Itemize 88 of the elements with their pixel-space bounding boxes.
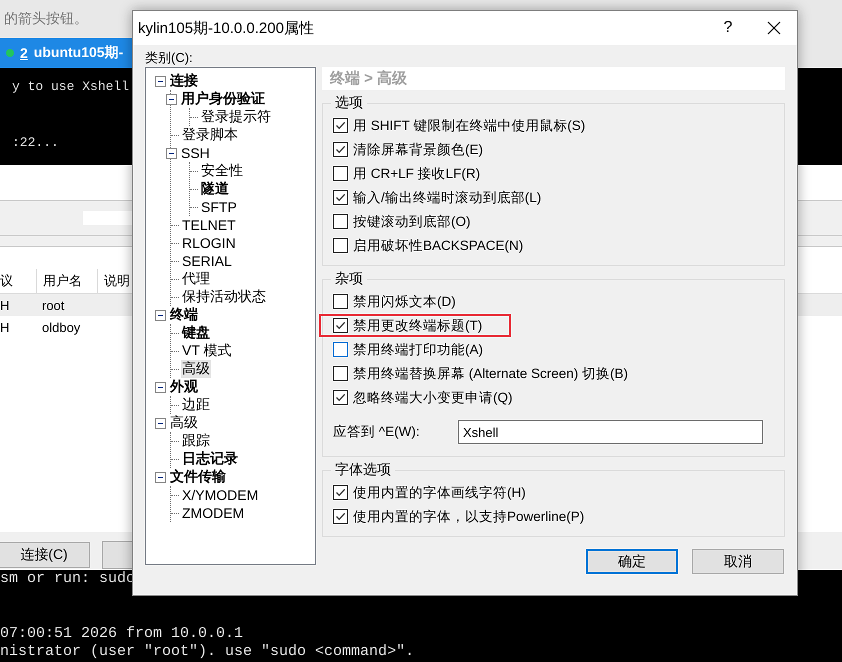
expander-icon[interactable] bbox=[155, 382, 166, 392]
field-label: 应答到 ^E(W): bbox=[333, 423, 421, 441]
checkbox[interactable] bbox=[333, 366, 348, 381]
tree-item[interactable]: 键盘 bbox=[181, 324, 211, 342]
checkbox-option[interactable]: 按键滚动到底部(O) bbox=[333, 212, 470, 231]
terminal-line: y to use Xshell bbox=[12, 78, 130, 96]
table-cell-text: H bbox=[0, 320, 10, 334]
expander-icon[interactable] bbox=[155, 472, 166, 482]
option-label: 清除屏幕背景颜色(E) bbox=[353, 140, 483, 158]
option-label: 用 CR+LF 接收LF(R) bbox=[353, 164, 480, 182]
checkbox[interactable] bbox=[333, 214, 348, 229]
option-label: 启用破坏性BACKSPACE(N) bbox=[353, 236, 524, 254]
tree-item[interactable]: RLOGIN bbox=[181, 235, 237, 251]
expander-icon[interactable] bbox=[166, 94, 177, 104]
answerback-field[interactable]: Xshell bbox=[458, 420, 763, 444]
tree-item[interactable]: 终端 bbox=[169, 306, 199, 324]
option-label: 使用内置的字体画线字符(H) bbox=[353, 484, 526, 502]
table-cell-text: root bbox=[41, 298, 66, 312]
tree-item[interactable]: 代理 bbox=[181, 270, 211, 288]
help-button[interactable]: ? bbox=[705, 19, 751, 37]
tree-item[interactable]: 登录脚本 bbox=[181, 126, 239, 144]
checkbox-option[interactable]: 用 CR+LF 接收LF(R) bbox=[333, 164, 480, 183]
checkbox[interactable] bbox=[333, 142, 348, 157]
tab-number: 2 bbox=[20, 45, 28, 61]
checkbox[interactable] bbox=[333, 342, 348, 357]
checkbox[interactable] bbox=[333, 485, 348, 500]
tree-item[interactable]: ZMODEM bbox=[181, 505, 246, 521]
terminal-line: :22... bbox=[12, 134, 59, 152]
terminal-line: 07:00:51 2026 from 10.0.0.1 bbox=[0, 625, 244, 643]
tree-item[interactable]: VT 模式 bbox=[181, 342, 233, 360]
group-title: 选项 bbox=[334, 94, 364, 112]
group-title: 字体选项 bbox=[334, 461, 392, 479]
tree-item[interactable]: 日志记录 bbox=[181, 450, 239, 468]
option-label: 按键滚动到底部(O) bbox=[353, 212, 470, 230]
tree-item[interactable]: 外观 bbox=[169, 378, 199, 396]
tree-item[interactable]: 保持活动状态 bbox=[181, 288, 267, 306]
table-cell-text: H bbox=[0, 298, 10, 312]
expander-icon[interactable] bbox=[155, 76, 166, 86]
checkbox[interactable] bbox=[333, 190, 348, 205]
checkbox-option[interactable]: 禁用更改终端标题(T) bbox=[333, 316, 482, 335]
checkbox-option[interactable]: 清除屏幕背景颜色(E) bbox=[333, 140, 483, 159]
tree-item[interactable]: 登录提示符 bbox=[200, 108, 272, 126]
table-cell-text: oldboy bbox=[41, 320, 82, 334]
checkbox[interactable] bbox=[333, 166, 348, 181]
option-label: 禁用更改终端标题(T) bbox=[353, 316, 482, 334]
option-label: 禁用闪烁文本(D) bbox=[353, 292, 456, 310]
tree-item[interactable]: 高级 bbox=[181, 360, 211, 378]
cancel-button[interactable]: 取消 bbox=[692, 549, 784, 574]
column-header[interactable]: 议 bbox=[0, 269, 36, 293]
checkbox[interactable] bbox=[333, 509, 348, 524]
option-label: 忽略终端大小变更申请(Q) bbox=[353, 388, 512, 406]
checkbox[interactable] bbox=[333, 238, 348, 253]
hint-text: 的箭头按钮。 bbox=[4, 10, 88, 28]
connect-button[interactable]: 连接(C) bbox=[0, 542, 90, 568]
terminal-line: nistrator (user "root"). use "sudo <command>". bbox=[0, 643, 414, 661]
group-title: 杂项 bbox=[334, 270, 364, 288]
expander-icon[interactable] bbox=[155, 418, 166, 428]
column-header[interactable]: 用户名 bbox=[36, 269, 97, 293]
checkbox[interactable] bbox=[333, 318, 348, 333]
checkbox-option[interactable]: 禁用闪烁文本(D) bbox=[333, 292, 456, 311]
checkbox[interactable] bbox=[333, 390, 348, 405]
checkbox-option[interactable]: 启用破坏性BACKSPACE(N) bbox=[333, 236, 524, 255]
window-title: kylin105期-10.0.0.200属性 bbox=[138, 18, 315, 38]
tree-item[interactable]: 用户身份验证 bbox=[180, 90, 266, 108]
tree-item[interactable]: 高级 bbox=[169, 414, 199, 432]
tree-item[interactable]: SSH bbox=[180, 145, 211, 161]
checkbox[interactable] bbox=[333, 294, 348, 309]
checkbox-option[interactable]: 忽略终端大小变更申请(Q) bbox=[333, 388, 512, 407]
tree-item[interactable]: TELNET bbox=[181, 217, 237, 233]
tab-title: ubuntu105期- bbox=[34, 44, 124, 62]
tree-item[interactable]: 安全性 bbox=[200, 162, 244, 180]
tree-item[interactable]: 文件传输 bbox=[169, 468, 227, 486]
checkbox-option[interactable]: 禁用终端打印功能(A) bbox=[333, 340, 483, 359]
option-label: 禁用终端打印功能(A) bbox=[353, 340, 483, 358]
tree-item[interactable]: SFTP bbox=[200, 199, 238, 215]
checkbox[interactable] bbox=[333, 118, 348, 133]
tree-item[interactable]: SERIAL bbox=[181, 253, 233, 269]
expander-icon[interactable] bbox=[166, 148, 177, 158]
checkbox-option[interactable]: 使用内置的字体画线字符(H) bbox=[333, 483, 526, 502]
ok-button[interactable]: 确定 bbox=[586, 549, 678, 574]
tree-item[interactable]: 隧道 bbox=[200, 180, 230, 198]
expander-icon[interactable] bbox=[155, 310, 166, 320]
tree-item[interactable]: 连接 bbox=[169, 72, 199, 90]
tree-item[interactable]: X/YMODEM bbox=[181, 487, 260, 503]
close-icon[interactable] bbox=[767, 21, 781, 35]
tree-item[interactable]: 边距 bbox=[181, 396, 211, 414]
tree-item[interactable]: 跟踪 bbox=[181, 432, 211, 450]
breadcrumb: 终端 > 高级 bbox=[322, 67, 785, 90]
